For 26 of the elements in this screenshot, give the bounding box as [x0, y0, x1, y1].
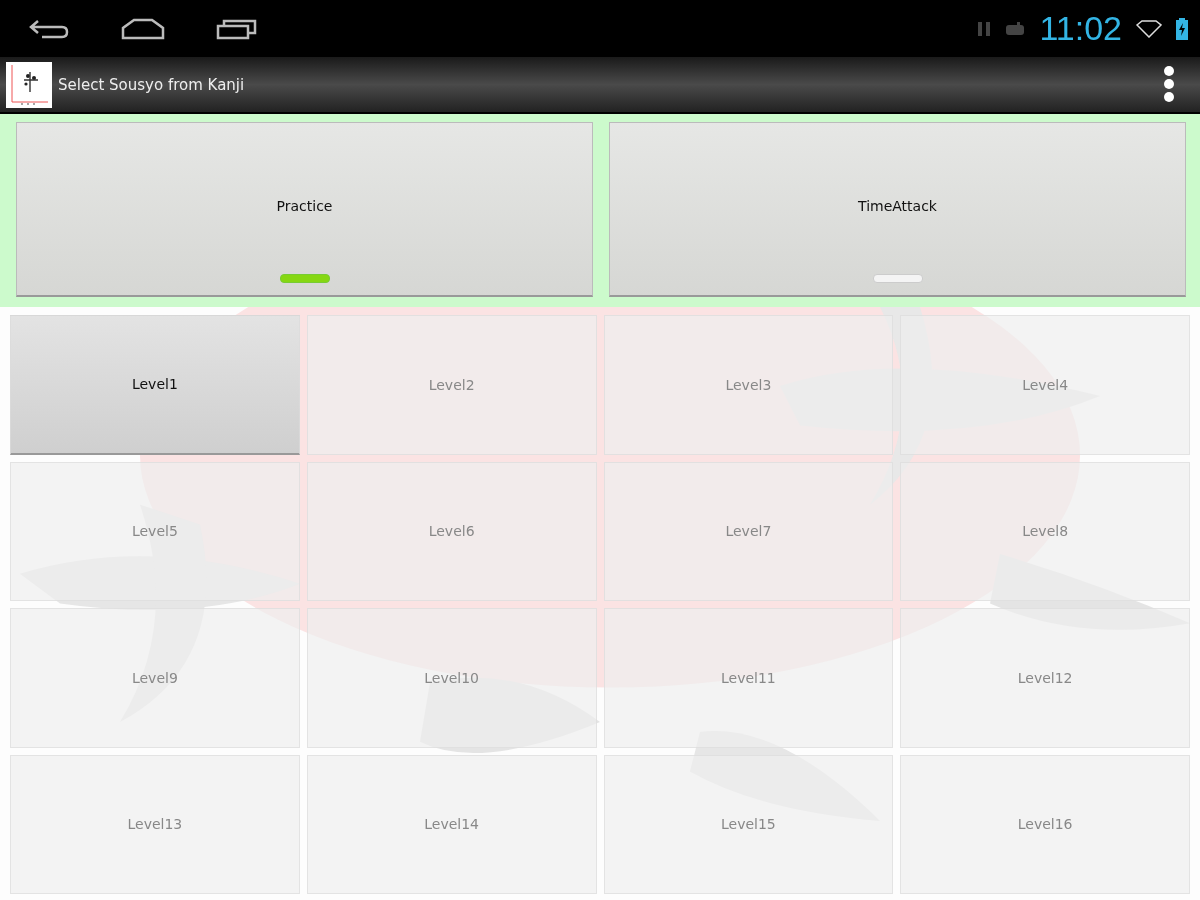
level-button[interactable]: Level14 — [306, 754, 597, 894]
level-button[interactable]: Level15 — [603, 754, 894, 894]
mode-toggle-button[interactable]: TimeAttack — [609, 122, 1186, 297]
level-button[interactable]: Level6 — [306, 461, 597, 601]
level-button[interactable]: Level12 — [900, 608, 1190, 748]
level-button[interactable]: Level8 — [900, 461, 1190, 601]
pause-icon — [977, 20, 992, 37]
app-logo-icon — [6, 61, 52, 108]
level-button[interactable]: Level13 — [10, 754, 300, 894]
level-button[interactable]: Level2 — [306, 315, 597, 455]
level-button[interactable]: Level7 — [603, 461, 894, 601]
level-button[interactable]: Level9 — [10, 608, 300, 748]
app-title: Select Sousyo from Kanji — [58, 75, 246, 94]
home-icon[interactable] — [120, 16, 166, 41]
overflow-menu-icon[interactable] — [1162, 64, 1176, 105]
level-button[interactable]: Level11 — [603, 608, 894, 748]
level-button[interactable]: Level1 — [10, 315, 300, 455]
level-button[interactable]: Level4 — [900, 315, 1190, 455]
wifi-icon — [1136, 19, 1162, 38]
battery-icon — [1176, 17, 1188, 40]
level-button[interactable]: Level3 — [603, 315, 894, 455]
level-button[interactable]: Level16 — [900, 754, 1190, 894]
level-button[interactable]: Level10 — [306, 608, 597, 748]
clock-time: 11:02 — [1039, 9, 1122, 48]
level-button[interactable]: Level5 — [10, 461, 300, 601]
mode-toggle-button[interactable]: Practice — [16, 122, 593, 297]
